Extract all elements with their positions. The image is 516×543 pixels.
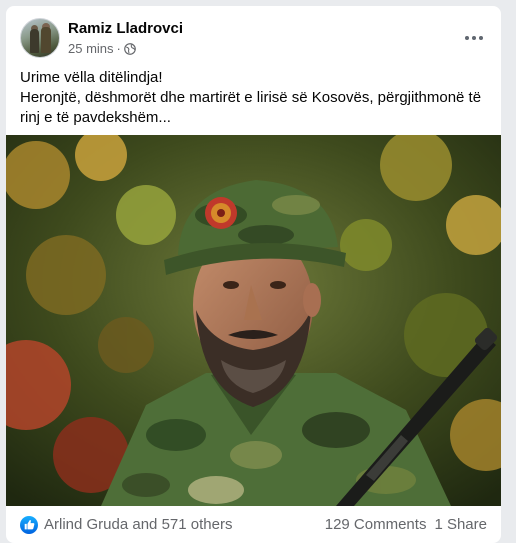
more-options-icon[interactable] (458, 22, 490, 54)
author-avatar[interactable] (20, 18, 60, 58)
reaction-summary[interactable]: Arlind Gruda and 571 others (44, 516, 325, 533)
post-text-line-1: Urime vëlla ditëlindja! (20, 69, 163, 86)
post-timestamp[interactable]: 25 mins (68, 41, 114, 56)
shares-count[interactable]: 1 Share (434, 516, 487, 533)
post-photo[interactable] (6, 135, 501, 506)
photo-soldier-portrait (6, 135, 501, 506)
post-card: Ramiz Lladrovci 25 mins · Urime vëlla di… (6, 6, 501, 543)
post-text: Urime vëlla ditëlindja! Heronjtë, dëshmo… (20, 68, 490, 128)
like-icon[interactable] (20, 515, 38, 534)
post-header: Ramiz Lladrovci 25 mins · (20, 18, 490, 62)
comments-count[interactable]: 129 Comments (325, 516, 427, 533)
author-name[interactable]: Ramiz Lladrovci (68, 20, 183, 37)
meta-separator: · (116, 41, 121, 56)
post-stats: Arlind Gruda and 571 others 129 Comments… (6, 506, 501, 543)
globe-icon[interactable] (124, 42, 136, 55)
post-text-line-2: Heronjtë, dëshmorët dhe martirët e liris… (20, 89, 482, 126)
post-meta: 25 mins · (68, 41, 136, 56)
engagement-counts: 129 Comments 1 Share (325, 516, 487, 533)
